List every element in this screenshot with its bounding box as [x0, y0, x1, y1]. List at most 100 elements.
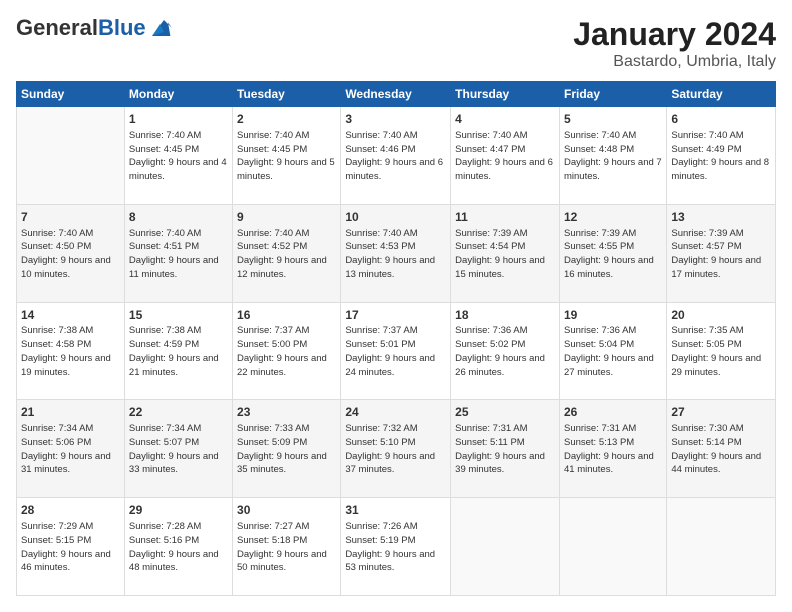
day-number: 1 [129, 111, 228, 128]
day-number: 13 [671, 209, 771, 226]
calendar-cell: 1Sunrise: 7:40 AMSunset: 4:45 PMDaylight… [124, 107, 232, 205]
day-info: Sunrise: 7:28 AMSunset: 5:16 PMDaylight:… [129, 520, 228, 575]
calendar-cell: 23Sunrise: 7:33 AMSunset: 5:09 PMDayligh… [233, 400, 341, 498]
day-of-week-header: Wednesday [341, 82, 451, 107]
day-info: Sunrise: 7:39 AMSunset: 4:54 PMDaylight:… [455, 227, 555, 282]
day-info: Sunrise: 7:36 AMSunset: 5:02 PMDaylight:… [455, 324, 555, 379]
day-number: 16 [237, 307, 336, 324]
day-info: Sunrise: 7:37 AMSunset: 5:01 PMDaylight:… [345, 324, 446, 379]
day-number: 7 [21, 209, 120, 226]
title-block: January 2024 Bastardo, Umbria, Italy [573, 16, 776, 71]
calendar-cell [667, 498, 776, 596]
calendar-cell: 30Sunrise: 7:27 AMSunset: 5:18 PMDayligh… [233, 498, 341, 596]
day-number: 3 [345, 111, 446, 128]
day-number: 31 [345, 502, 446, 519]
day-number: 28 [21, 502, 120, 519]
day-info: Sunrise: 7:40 AMSunset: 4:45 PMDaylight:… [237, 129, 336, 184]
day-number: 27 [671, 404, 771, 421]
day-number: 17 [345, 307, 446, 324]
day-info: Sunrise: 7:26 AMSunset: 5:19 PMDaylight:… [345, 520, 446, 575]
calendar-cell [559, 498, 666, 596]
calendar-cell: 16Sunrise: 7:37 AMSunset: 5:00 PMDayligh… [233, 302, 341, 400]
day-number: 12 [564, 209, 662, 226]
day-number: 29 [129, 502, 228, 519]
day-info: Sunrise: 7:39 AMSunset: 4:57 PMDaylight:… [671, 227, 771, 282]
calendar-cell: 9Sunrise: 7:40 AMSunset: 4:52 PMDaylight… [233, 204, 341, 302]
calendar-cell: 6Sunrise: 7:40 AMSunset: 4:49 PMDaylight… [667, 107, 776, 205]
day-info: Sunrise: 7:29 AMSunset: 5:15 PMDaylight:… [21, 520, 120, 575]
calendar-cell: 27Sunrise: 7:30 AMSunset: 5:14 PMDayligh… [667, 400, 776, 498]
day-number: 23 [237, 404, 336, 421]
day-info: Sunrise: 7:40 AMSunset: 4:50 PMDaylight:… [21, 227, 120, 282]
day-number: 8 [129, 209, 228, 226]
logo-blue-text: Blue [98, 15, 146, 40]
day-info: Sunrise: 7:40 AMSunset: 4:49 PMDaylight:… [671, 129, 771, 184]
day-info: Sunrise: 7:34 AMSunset: 5:06 PMDaylight:… [21, 422, 120, 477]
calendar-cell: 15Sunrise: 7:38 AMSunset: 4:59 PMDayligh… [124, 302, 232, 400]
calendar-cell [451, 498, 560, 596]
calendar-cell: 5Sunrise: 7:40 AMSunset: 4:48 PMDaylight… [559, 107, 666, 205]
calendar-cell: 21Sunrise: 7:34 AMSunset: 5:06 PMDayligh… [17, 400, 125, 498]
day-number: 2 [237, 111, 336, 128]
calendar-cell: 14Sunrise: 7:38 AMSunset: 4:58 PMDayligh… [17, 302, 125, 400]
calendar-cell: 13Sunrise: 7:39 AMSunset: 4:57 PMDayligh… [667, 204, 776, 302]
month-title: January 2024 [573, 16, 776, 53]
day-of-week-header: Tuesday [233, 82, 341, 107]
day-number: 10 [345, 209, 446, 226]
day-info: Sunrise: 7:32 AMSunset: 5:10 PMDaylight:… [345, 422, 446, 477]
calendar-cell: 19Sunrise: 7:36 AMSunset: 5:04 PMDayligh… [559, 302, 666, 400]
day-of-week-header: Sunday [17, 82, 125, 107]
calendar-cell: 17Sunrise: 7:37 AMSunset: 5:01 PMDayligh… [341, 302, 451, 400]
day-info: Sunrise: 7:31 AMSunset: 5:13 PMDaylight:… [564, 422, 662, 477]
day-info: Sunrise: 7:27 AMSunset: 5:18 PMDaylight:… [237, 520, 336, 575]
day-of-week-header: Monday [124, 82, 232, 107]
day-info: Sunrise: 7:39 AMSunset: 4:55 PMDaylight:… [564, 227, 662, 282]
day-info: Sunrise: 7:38 AMSunset: 4:58 PMDaylight:… [21, 324, 120, 379]
calendar-cell: 28Sunrise: 7:29 AMSunset: 5:15 PMDayligh… [17, 498, 125, 596]
calendar-cell: 12Sunrise: 7:39 AMSunset: 4:55 PMDayligh… [559, 204, 666, 302]
calendar-week-row: 28Sunrise: 7:29 AMSunset: 5:15 PMDayligh… [17, 498, 776, 596]
day-info: Sunrise: 7:30 AMSunset: 5:14 PMDaylight:… [671, 422, 771, 477]
day-info: Sunrise: 7:38 AMSunset: 4:59 PMDaylight:… [129, 324, 228, 379]
calendar-week-row: 1Sunrise: 7:40 AMSunset: 4:45 PMDaylight… [17, 107, 776, 205]
calendar-cell: 20Sunrise: 7:35 AMSunset: 5:05 PMDayligh… [667, 302, 776, 400]
calendar-cell: 7Sunrise: 7:40 AMSunset: 4:50 PMDaylight… [17, 204, 125, 302]
day-info: Sunrise: 7:36 AMSunset: 5:04 PMDaylight:… [564, 324, 662, 379]
day-number: 15 [129, 307, 228, 324]
day-info: Sunrise: 7:37 AMSunset: 5:00 PMDaylight:… [237, 324, 336, 379]
day-number: 5 [564, 111, 662, 128]
day-of-week-header: Saturday [667, 82, 776, 107]
calendar-cell: 4Sunrise: 7:40 AMSunset: 4:47 PMDaylight… [451, 107, 560, 205]
day-info: Sunrise: 7:35 AMSunset: 5:05 PMDaylight:… [671, 324, 771, 379]
calendar-week-row: 7Sunrise: 7:40 AMSunset: 4:50 PMDaylight… [17, 204, 776, 302]
calendar-header-row: SundayMondayTuesdayWednesdayThursdayFrid… [17, 82, 776, 107]
calendar-page: GeneralBlue January 2024 Bastardo, Umbri… [0, 0, 792, 612]
day-number: 30 [237, 502, 336, 519]
calendar-cell: 24Sunrise: 7:32 AMSunset: 5:10 PMDayligh… [341, 400, 451, 498]
calendar-cell: 22Sunrise: 7:34 AMSunset: 5:07 PMDayligh… [124, 400, 232, 498]
calendar-cell: 3Sunrise: 7:40 AMSunset: 4:46 PMDaylight… [341, 107, 451, 205]
logo-general-text: General [16, 15, 98, 40]
calendar-cell: 8Sunrise: 7:40 AMSunset: 4:51 PMDaylight… [124, 204, 232, 302]
logo-icon [148, 16, 172, 40]
day-number: 22 [129, 404, 228, 421]
day-number: 19 [564, 307, 662, 324]
day-info: Sunrise: 7:40 AMSunset: 4:51 PMDaylight:… [129, 227, 228, 282]
calendar-table: SundayMondayTuesdayWednesdayThursdayFrid… [16, 81, 776, 596]
day-info: Sunrise: 7:40 AMSunset: 4:52 PMDaylight:… [237, 227, 336, 282]
calendar-cell: 2Sunrise: 7:40 AMSunset: 4:45 PMDaylight… [233, 107, 341, 205]
day-info: Sunrise: 7:40 AMSunset: 4:45 PMDaylight:… [129, 129, 228, 184]
day-info: Sunrise: 7:40 AMSunset: 4:46 PMDaylight:… [345, 129, 446, 184]
day-number: 14 [21, 307, 120, 324]
day-info: Sunrise: 7:34 AMSunset: 5:07 PMDaylight:… [129, 422, 228, 477]
day-number: 26 [564, 404, 662, 421]
day-of-week-header: Thursday [451, 82, 560, 107]
day-info: Sunrise: 7:40 AMSunset: 4:48 PMDaylight:… [564, 129, 662, 184]
calendar-cell: 18Sunrise: 7:36 AMSunset: 5:02 PMDayligh… [451, 302, 560, 400]
day-number: 6 [671, 111, 771, 128]
header: GeneralBlue January 2024 Bastardo, Umbri… [16, 16, 776, 71]
day-number: 25 [455, 404, 555, 421]
day-number: 21 [21, 404, 120, 421]
calendar-cell: 10Sunrise: 7:40 AMSunset: 4:53 PMDayligh… [341, 204, 451, 302]
calendar-week-row: 21Sunrise: 7:34 AMSunset: 5:06 PMDayligh… [17, 400, 776, 498]
